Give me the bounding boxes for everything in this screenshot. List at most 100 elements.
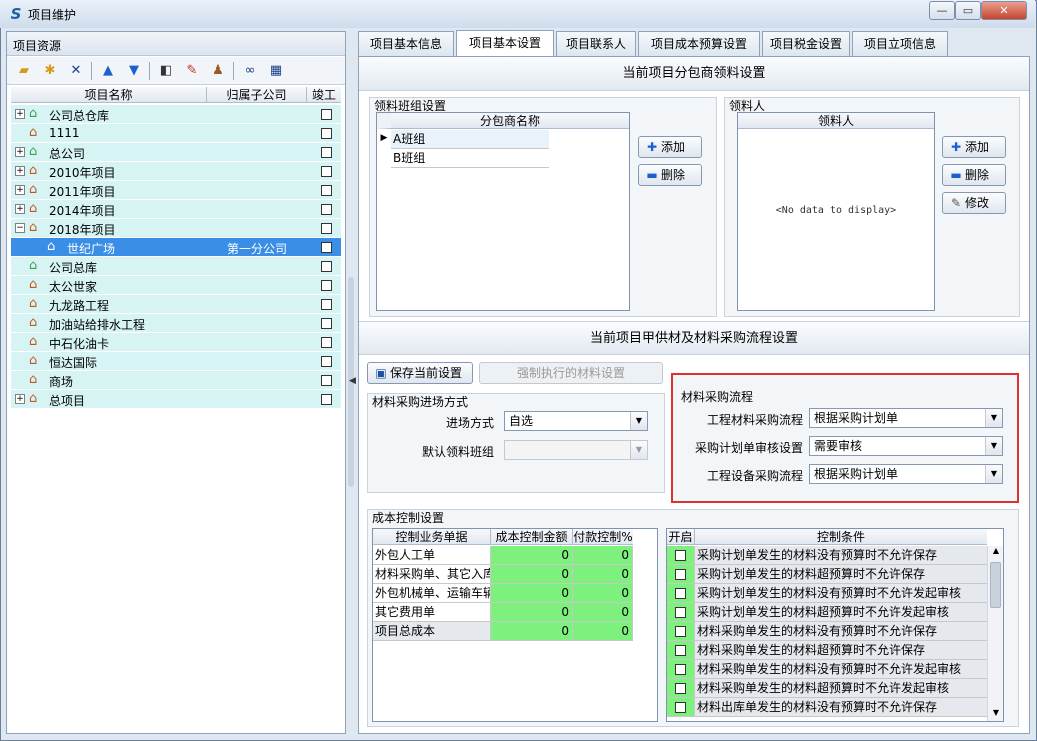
tree-row[interactable]: ⌂ 九龙路工程 bbox=[11, 295, 341, 314]
expand-toggle-icon[interactable]: + bbox=[15, 394, 25, 404]
team-delete-button[interactable]: ▬ 删除 bbox=[638, 164, 702, 186]
tree-row[interactable]: ⌂ 中石化油卡 bbox=[11, 333, 341, 352]
completed-checkbox[interactable] bbox=[321, 128, 332, 139]
picker-delete-button[interactable]: ▬ 删除 bbox=[942, 164, 1006, 186]
completed-checkbox[interactable] bbox=[321, 375, 332, 386]
completed-checkbox[interactable] bbox=[321, 185, 332, 196]
minimize-button[interactable]: — bbox=[929, 1, 955, 20]
tree-row[interactable]: + ⌂ 2011年项目 bbox=[11, 181, 341, 200]
tree-row[interactable]: ⌂ 商场 bbox=[11, 371, 341, 390]
tab-1[interactable]: 项目基本设置 bbox=[456, 30, 554, 57]
completed-checkbox[interactable] bbox=[321, 394, 332, 405]
folder-open-icon[interactable]: ▰ bbox=[15, 62, 33, 80]
completed-checkbox[interactable] bbox=[321, 204, 332, 215]
arrow-up-icon[interactable]: ▲ bbox=[99, 62, 117, 80]
close-button[interactable]: ✕ bbox=[981, 1, 1027, 20]
col-subsidiary[interactable]: 归属子公司 bbox=[207, 87, 307, 103]
save-settings-button[interactable]: ▣ 保存当前设置 bbox=[367, 362, 473, 384]
plan-audit-select[interactable]: 需要审核 ▼ bbox=[809, 436, 1003, 456]
completed-checkbox[interactable] bbox=[321, 337, 332, 348]
tree-row[interactable]: + ⌂ 2010年项目 bbox=[11, 162, 341, 181]
condition-scrollbar[interactable]: ▲ ▼ bbox=[987, 546, 1003, 721]
cost-amount-cell[interactable]: 0 bbox=[491, 603, 573, 622]
cost-pay-cell[interactable]: 0 bbox=[573, 546, 633, 565]
cost-row-name[interactable]: 外包人工单 bbox=[373, 546, 491, 565]
condition-checkbox[interactable] bbox=[675, 550, 686, 561]
force-material-button[interactable]: 强制执行的材料设置 bbox=[479, 362, 663, 384]
completed-checkbox[interactable] bbox=[321, 109, 332, 120]
expand-toggle-icon[interactable]: − bbox=[15, 223, 25, 233]
tag-icon[interactable]: ◧ bbox=[157, 62, 175, 80]
cost-row-name[interactable]: 项目总成本 bbox=[373, 622, 491, 641]
grid-icon[interactable]: ▦ bbox=[267, 62, 285, 80]
scroll-up-icon[interactable]: ▲ bbox=[990, 546, 1002, 555]
cost-col-header[interactable]: 控制业务单据 bbox=[373, 529, 491, 545]
completed-checkbox[interactable] bbox=[321, 356, 332, 367]
tree-row[interactable]: ⌂ 太公世家 bbox=[11, 276, 341, 295]
condition-text[interactable]: 材料采购单发生的材料没有预算时不允许保存 bbox=[695, 622, 987, 641]
cost-pay-cell[interactable]: 0 bbox=[573, 622, 633, 641]
condition-checkbox[interactable] bbox=[675, 702, 686, 713]
cost-row-name[interactable]: 外包机械单、运输车辆单 bbox=[373, 584, 491, 603]
folder-star-icon[interactable]: ✱ bbox=[41, 62, 59, 80]
cost-row-name[interactable]: 其它费用单 bbox=[373, 603, 491, 622]
condition-text[interactable]: 材料采购单发生的材料超预算时不允许发起审核 bbox=[695, 679, 987, 698]
arrow-down-icon[interactable]: ▼ bbox=[125, 62, 143, 80]
cost-col-header[interactable]: 付款控制% bbox=[573, 529, 633, 545]
tab-4[interactable]: 项目税金设置 bbox=[762, 31, 850, 56]
cost-amount-cell[interactable]: 0 bbox=[491, 565, 573, 584]
expand-toggle-icon[interactable]: + bbox=[15, 147, 25, 157]
expand-toggle-icon[interactable]: + bbox=[15, 185, 25, 195]
expand-toggle-icon[interactable]: + bbox=[15, 204, 25, 214]
cost-col-header[interactable]: 成本控制金额 bbox=[491, 529, 573, 545]
tree-row[interactable]: ⌂ 公司总库 bbox=[11, 257, 341, 276]
team-row[interactable]: B班组 bbox=[391, 149, 549, 168]
tab-5[interactable]: 项目立项信息 bbox=[852, 31, 948, 56]
tree-row[interactable]: + ⌂ 2014年项目 bbox=[11, 200, 341, 219]
collapse-arrow-icon[interactable]: ◀ bbox=[349, 376, 356, 386]
cond-col-header[interactable]: 开启 bbox=[667, 529, 695, 545]
team-grid-header[interactable]: 分包商名称 bbox=[377, 113, 629, 129]
team-row[interactable]: A班组 bbox=[391, 130, 549, 149]
cost-amount-cell[interactable]: 0 bbox=[491, 584, 573, 603]
completed-checkbox[interactable] bbox=[321, 280, 332, 291]
col-completed[interactable]: 竣工 bbox=[307, 87, 341, 103]
default-team-select[interactable]: ▼ bbox=[504, 440, 648, 460]
condition-text[interactable]: 采购计划单发生的材料超预算时不允许保存 bbox=[695, 565, 987, 584]
condition-checkbox[interactable] bbox=[675, 588, 686, 599]
cost-amount-cell[interactable]: 0 bbox=[491, 546, 573, 565]
condition-checkbox[interactable] bbox=[675, 569, 686, 580]
condition-checkbox[interactable] bbox=[675, 607, 686, 618]
tree-row[interactable]: + ⌂ 总项目 bbox=[11, 390, 341, 409]
tab-0[interactable]: 项目基本信息 bbox=[358, 31, 454, 56]
completed-checkbox[interactable] bbox=[321, 147, 332, 158]
condition-checkbox[interactable] bbox=[675, 683, 686, 694]
team-add-button[interactable]: ✚ 添加 bbox=[638, 136, 702, 158]
equipment-flow-select[interactable]: 根据采购计划单 ▼ bbox=[809, 464, 1003, 484]
title-bar[interactable]: S 项目维护 — ▭ ✕ bbox=[0, 0, 1035, 28]
expand-toggle-icon[interactable]: + bbox=[15, 109, 25, 119]
entry-mode-select[interactable]: 自选 ▼ bbox=[504, 411, 648, 431]
condition-text[interactable]: 采购计划单发生的材料超预算时不允许发起审核 bbox=[695, 603, 987, 622]
col-project-name[interactable]: 项目名称 bbox=[11, 87, 207, 103]
picker-edit-button[interactable]: ✎ 修改 bbox=[942, 192, 1006, 214]
maximize-button[interactable]: ▭ bbox=[955, 1, 981, 20]
picker-grid-header[interactable]: 领料人 bbox=[738, 113, 934, 129]
cond-col-header[interactable]: 控制条件 bbox=[695, 529, 987, 545]
delete-icon[interactable]: ✕ bbox=[67, 62, 85, 80]
tree-row[interactable]: ⌂ 1111 bbox=[11, 124, 341, 143]
material-flow-select[interactable]: 根据采购计划单 ▼ bbox=[809, 408, 1003, 428]
condition-text[interactable]: 材料采购单发生的材料超预算时不允许保存 bbox=[695, 641, 987, 660]
cost-row-name[interactable]: 材料采购单、其它入库单 bbox=[373, 565, 491, 584]
completed-checkbox[interactable] bbox=[321, 299, 332, 310]
cost-amount-cell[interactable]: 0 bbox=[491, 622, 573, 641]
tab-3[interactable]: 项目成本预算设置 bbox=[638, 31, 760, 56]
completed-checkbox[interactable] bbox=[321, 242, 332, 253]
picker-add-button[interactable]: ✚ 添加 bbox=[942, 136, 1006, 158]
condition-text[interactable]: 采购计划单发生的材料没有预算时不允许保存 bbox=[695, 546, 987, 565]
users-icon[interactable]: ♟ bbox=[209, 62, 227, 80]
scroll-thumb[interactable] bbox=[990, 562, 1001, 608]
scroll-down-icon[interactable]: ▼ bbox=[990, 708, 1002, 717]
cost-pay-cell[interactable]: 0 bbox=[573, 565, 633, 584]
paint-icon[interactable]: ✎ bbox=[183, 62, 201, 80]
